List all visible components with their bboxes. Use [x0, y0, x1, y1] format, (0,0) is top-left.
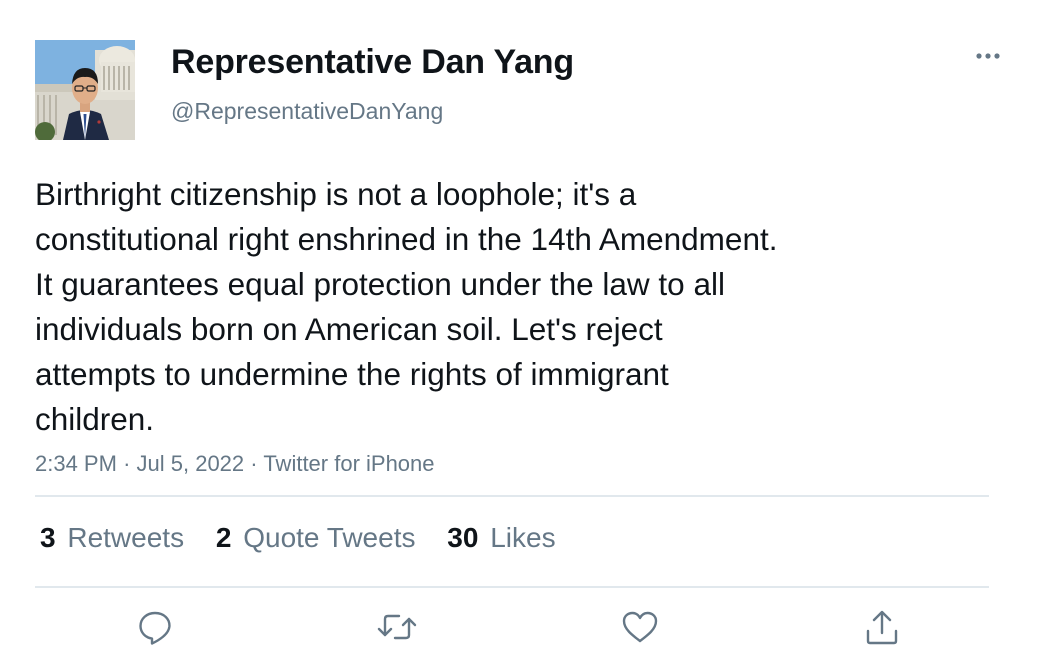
tweet-stats: 3 Retweets 2 Quote Tweets 30 Likes — [40, 522, 580, 554]
retweet-icon — [377, 614, 417, 640]
author-handle[interactable]: @RepresentativeDanYang — [171, 98, 443, 125]
divider-bottom — [35, 586, 989, 588]
share-button[interactable] — [860, 605, 904, 649]
author-display-name[interactable]: Representative Dan Yang — [171, 43, 574, 82]
divider-top — [35, 495, 989, 497]
likes-label: Likes — [490, 522, 556, 553]
share-icon — [866, 610, 898, 645]
reply-icon — [139, 611, 171, 645]
quote-tweets-label: Quote Tweets — [243, 522, 416, 553]
retweets-label: Retweets — [67, 522, 185, 553]
more-horizontal-icon — [976, 53, 1000, 59]
tweet-source[interactable]: Twitter for iPhone — [263, 451, 434, 476]
likes-stat[interactable]: 30 Likes — [447, 522, 555, 554]
like-button[interactable] — [618, 605, 662, 649]
heart-icon — [622, 611, 658, 643]
avatar[interactable] — [35, 40, 135, 140]
meta-separator: · — [250, 451, 258, 476]
profile-photo — [35, 40, 135, 140]
reply-button[interactable] — [133, 605, 177, 649]
retweet-button[interactable] — [375, 605, 419, 649]
tweet-detail: Representative Dan Yang @RepresentativeD… — [0, 0, 1050, 660]
retweets-stat[interactable]: 3 Retweets — [40, 522, 184, 554]
quote-tweets-stat[interactable]: 2 Quote Tweets — [216, 522, 416, 554]
tweet-date[interactable]: Jul 5, 2022 — [137, 451, 245, 476]
tweet-meta: 2:34 PM · Jul 5, 2022 · Twitter for iPho… — [35, 451, 435, 477]
likes-count: 30 — [447, 522, 479, 553]
retweets-count: 3 — [40, 522, 56, 553]
tweet-time[interactable]: 2:34 PM — [35, 451, 117, 476]
tweet-text: Birthright citizenship is not a loophole… — [35, 176, 778, 437]
meta-separator: · — [123, 451, 131, 476]
quote-tweets-count: 2 — [215, 522, 232, 553]
more-options-button[interactable] — [968, 40, 1008, 72]
